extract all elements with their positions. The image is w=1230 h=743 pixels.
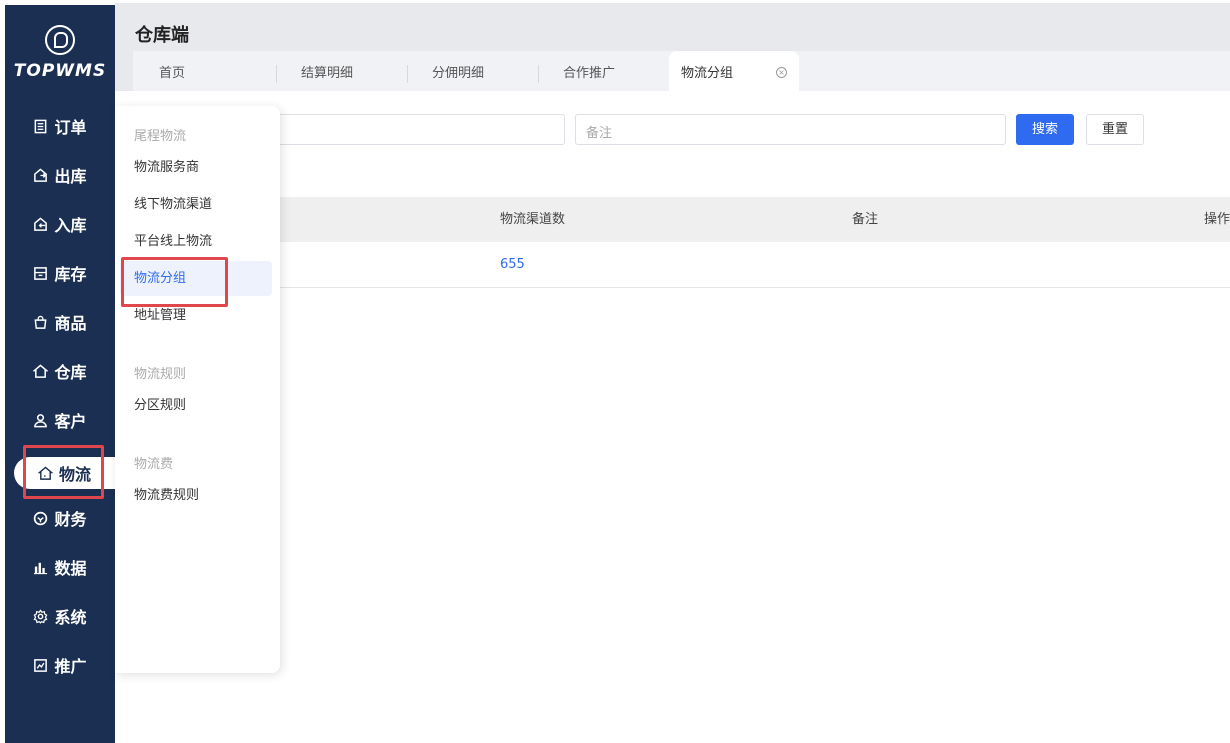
customer-icon [33,413,48,428]
data-icon [33,560,48,575]
sidebar-item-label: 客户 [54,412,87,431]
sidebar: TOPWMS 订单 出库 入库 库存 商品 仓库 客户 物流 财务 数据 系统 … [5,5,115,743]
logistics-icon [37,465,53,481]
group-title-last-mile: 尾程物流 [134,129,187,144]
warehouse-icon [33,363,49,379]
sidebar-item-label: 推广 [54,657,87,676]
inbound-icon [33,216,48,232]
name-filter-input[interactable] [240,114,565,145]
reset-button[interactable]: 重置 [1086,114,1144,145]
logo-text: TOPWMS [13,61,107,81]
group-title-logistics-rules: 物流规则 [134,367,187,382]
table-row: 655 [115,242,1230,288]
tab-divider [407,65,408,83]
sidebar-item-label: 仓库 [54,363,87,382]
sidebar-item-logistics[interactable]: 物流 [14,457,115,489]
sidebar-item-warehouse[interactable]: 仓库 [5,351,115,391]
sidebar-item-label: 财务 [54,510,87,529]
sidebar-item-customer[interactable]: 客户 [5,400,115,440]
sidebar-item-data[interactable]: 数据 [5,547,115,587]
tab-bar: 首页 结算明细 分佣明细 合作推广 物流分组 × [133,51,1230,91]
channel-count-link[interactable]: 655 [500,242,525,288]
sidebar-item-label: 系统 [54,608,87,627]
menu-item-logistics-group[interactable]: 物流分组 [120,261,272,296]
sidebar-item-finance[interactable]: 财务 [5,498,115,538]
finance-icon [33,511,48,526]
close-icon[interactable]: × [776,67,787,78]
logo[interactable]: TOPWMS [5,25,115,81]
sidebar-item-promotion[interactable]: 推广 [5,645,115,685]
tab-home[interactable]: 首页 [159,51,185,91]
group-title-logistics-fee: 物流费 [134,457,174,472]
header: 仓库端 首页 结算明细 分佣明细 合作推广 物流分组 × [115,3,1230,91]
sidebar-item-order[interactable]: 订单 [5,106,115,146]
sidebar-item-inbound[interactable]: 入库 [5,204,115,244]
tab-logistics-group[interactable]: 物流分组 × [669,51,799,91]
tab-settlement-details[interactable]: 结算明细 [301,51,353,91]
menu-item-offline-channel[interactable]: 线下物流渠道 [120,187,272,222]
column-header-remark: 备注 [852,212,879,227]
settings-icon [33,608,48,624]
sidebar-item-label: 出库 [54,167,87,186]
search-button[interactable]: 搜索 [1016,114,1074,145]
sidebar-item-label: 数据 [54,559,87,578]
promotion-icon [33,658,48,673]
tab-divider [538,65,539,83]
logistics-submenu: 尾程物流 物流服务商 线下物流渠道 平台线上物流 物流分组 地址管理 物流规则 … [115,106,280,673]
menu-item-logistics-provider[interactable]: 物流服务商 [120,150,272,185]
menu-item-fee-rules[interactable]: 物流费规则 [120,478,272,513]
sidebar-item-label: 订单 [54,118,87,137]
sidebar-item-label: 商品 [54,314,87,333]
sidebar-item-settings[interactable]: 系统 [5,596,115,636]
sidebar-item-goods[interactable]: 商品 [5,302,115,342]
sidebar-item-outbound[interactable]: 出库 [5,155,115,195]
remark-placeholder: 备注 [586,126,613,141]
outbound-icon [33,167,48,183]
menu-item-platform-online[interactable]: 平台线上物流 [120,224,272,259]
tab-cooperation-promotion[interactable]: 合作推广 [563,51,615,91]
page-title: 仓库端 [135,25,189,46]
logo-icon [45,25,75,55]
column-header-actions: 操作 [1204,212,1230,227]
sidebar-item-label: 库存 [54,265,87,284]
sidebar-item-label: 入库 [54,216,87,235]
goods-icon [33,315,48,330]
tab-commission-details[interactable]: 分佣明细 [432,51,484,91]
remark-filter-input[interactable]: 备注 [575,114,1006,145]
table-header: 物流渠道数 备注 操作 [115,197,1230,242]
inventory-icon [33,266,48,281]
sidebar-item-inventory[interactable]: 库存 [5,253,115,293]
column-header-channel-count: 物流渠道数 [500,212,566,227]
menu-item-address-management[interactable]: 地址管理 [120,298,272,333]
tab-label: 物流分组 [681,66,734,81]
order-icon [33,119,48,134]
sidebar-item-label: 物流 [58,465,91,484]
tab-divider [276,65,277,83]
menu-item-zone-rules[interactable]: 分区规则 [120,388,272,423]
